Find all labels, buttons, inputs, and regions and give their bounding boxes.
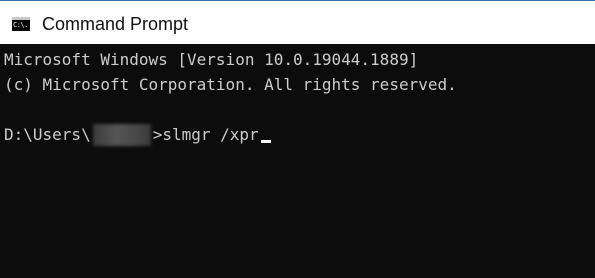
- redacted-username: [92, 124, 151, 146]
- cmd-icon: C:\.: [12, 17, 30, 31]
- prompt-path: D:\Users\: [4, 125, 91, 144]
- command-prompt-window: C:\. Command Prompt Microsoft Windows [V…: [0, 0, 595, 278]
- command-input[interactable]: slmgr /xpr: [162, 125, 258, 145]
- console-line-version: Microsoft Windows [Version 10.0.19044.18…: [4, 50, 419, 69]
- console-area[interactable]: Microsoft Windows [Version 10.0.19044.18…: [0, 44, 595, 278]
- cmd-icon-text: C:\.: [13, 21, 28, 29]
- command-prompt-line[interactable]: D:\Users\ > slmgr /xpr: [4, 124, 271, 146]
- prompt-symbol: >: [152, 125, 163, 144]
- console-line-copyright: (c) Microsoft Corporation. All rights re…: [4, 75, 457, 94]
- window-title: Command Prompt: [42, 14, 189, 34]
- text-cursor: [260, 139, 271, 143]
- title-bar[interactable]: C:\. Command Prompt: [0, 0, 595, 44]
